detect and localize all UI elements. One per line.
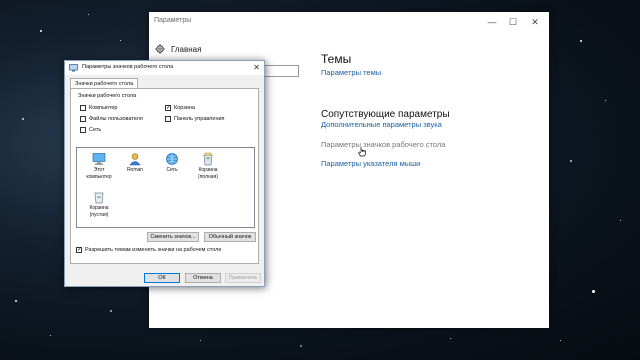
tab-panel: Значки рабочего стола Компьютер ✓ Корзин…	[70, 88, 259, 264]
icon-label: Корзина	[198, 167, 218, 173]
minimize-icon[interactable]: —	[483, 15, 501, 29]
checkbox-recycle-bin[interactable]: ✓ Корзина	[165, 104, 195, 112]
computer-icon	[92, 153, 106, 165]
recycle-bin-full-icon	[203, 152, 213, 166]
checkbox-control-panel[interactable]: Панель управления	[165, 115, 225, 123]
dialog-titlebar[interactable]: Параметры значков рабочего стола ✕	[65, 61, 264, 75]
checkbox-label: Панель управления	[174, 116, 225, 122]
settings-title: Параметры	[154, 17, 192, 24]
cancel-button[interactable]: Отмена	[185, 273, 221, 283]
icon-recycle-bin-empty[interactable]: Корзина (пустая)	[82, 190, 116, 218]
dialog-title: Параметры значков рабочего стола	[82, 64, 174, 70]
user-icon	[129, 153, 141, 166]
icon-user-files[interactable]: Roman	[118, 152, 152, 173]
icon-label: (полная)	[198, 174, 218, 180]
icon-label: Этот	[93, 167, 105, 173]
recycle-bin-empty-icon	[94, 192, 104, 204]
icon-network[interactable]: Сеть	[155, 152, 189, 173]
apply-button[interactable]: Применить	[225, 273, 261, 283]
icon-this-pc[interactable]: Этот компьютер	[82, 152, 116, 180]
icon-label: Сеть	[166, 167, 178, 173]
themes-heading: Темы	[321, 52, 352, 66]
icon-recycle-bin-full[interactable]: Корзина (полная)	[191, 152, 225, 180]
related-settings-heading: Сопутствующие параметры	[321, 109, 450, 120]
network-icon	[166, 153, 178, 165]
dialog-close-icon[interactable]: ✕	[253, 63, 260, 73]
maximize-icon[interactable]: ☐	[504, 15, 522, 29]
sound-settings-link[interactable]: Дополнительные параметры звука	[321, 120, 442, 129]
icon-label: компьютер	[86, 174, 112, 180]
icons-listview[interactable]: Этот компьютер Roman Сеть Корзина (полна…	[76, 147, 255, 228]
checkbox-computer[interactable]: Компьютер	[80, 104, 117, 112]
icon-label: (пустая)	[89, 212, 109, 218]
checkbox-label: Корзина	[174, 105, 195, 111]
default-icon-button[interactable]: Обычный значок	[204, 232, 256, 242]
checkbox-box-checked[interactable]: ✓	[165, 105, 171, 111]
mouse-pointer-settings-link[interactable]: Параметры указателя мыши	[321, 159, 420, 168]
checkbox-label: Разрешить темам изменять значки на рабоч…	[85, 247, 222, 253]
hand-cursor-icon	[358, 147, 366, 157]
icon-label: Roman	[126, 167, 144, 173]
change-icon-button[interactable]: Сменить значок...	[147, 232, 199, 242]
checkbox-label: Файлы пользователя	[89, 116, 143, 122]
checkbox-box[interactable]	[80, 105, 86, 111]
app-icon	[69, 64, 78, 72]
checkbox-box-checked[interactable]: ✓	[76, 247, 82, 253]
sidebar-item-home[interactable]: Главная	[155, 42, 201, 56]
group-label: Значки рабочего стола	[78, 93, 137, 99]
icon-label: Корзина	[89, 205, 109, 211]
checkbox-label: Сеть	[89, 127, 102, 133]
checkbox-network[interactable]: Сеть	[80, 126, 101, 134]
desktop-icon-settings-link[interactable]: Параметры значков рабочего стола	[321, 140, 445, 149]
desktop-icon-settings-dialog: Параметры значков рабочего стола ✕ Значк…	[64, 60, 265, 287]
checkbox-user-files[interactable]: Файлы пользователя	[80, 115, 143, 123]
home-label: Главная	[171, 44, 202, 54]
checkbox-label: Компьютер	[89, 105, 118, 111]
checkbox-box[interactable]	[80, 116, 86, 122]
ok-button[interactable]: ОК	[144, 273, 180, 283]
settings-titlebar[interactable]: Параметры — ☐ ✕	[149, 12, 549, 32]
checkbox-allow-themes[interactable]: ✓ Разрешить темам изменять значки на раб…	[76, 246, 221, 254]
theme-settings-link[interactable]: Параметры темы	[321, 68, 381, 77]
checkbox-box[interactable]	[165, 116, 171, 122]
checkbox-box[interactable]	[80, 127, 86, 133]
gear-icon	[155, 44, 165, 54]
close-icon[interactable]: ✕	[526, 15, 544, 29]
